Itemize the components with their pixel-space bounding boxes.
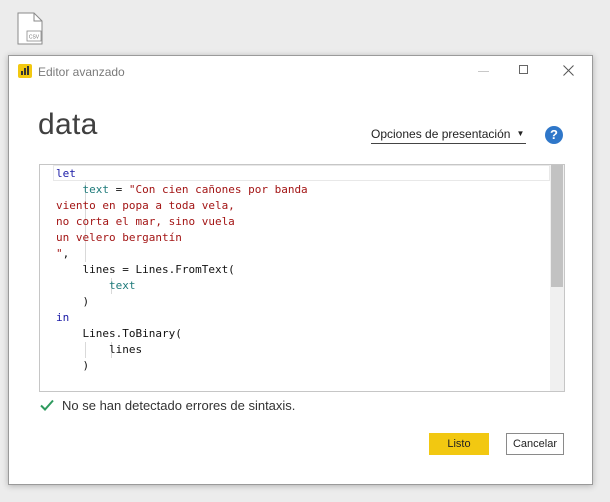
code-line: ) <box>56 294 89 310</box>
code-line: lines <box>56 342 142 358</box>
code-token: text <box>108 279 136 292</box>
code-editor[interactable]: let text = "Con cien cañones por banda vi… <box>39 164 565 392</box>
maximize-button[interactable] <box>502 56 546 86</box>
display-options-label: Opciones de presentación <box>371 127 511 141</box>
close-button[interactable] <box>546 56 590 86</box>
code-line: ", <box>56 246 69 262</box>
code-token: "Con cien cañones por banda <box>128 183 308 196</box>
query-name-title: data <box>38 108 98 141</box>
code-line: text = "Con cien cañones por banda <box>56 182 308 198</box>
display-options-dropdown[interactable]: Opciones de presentación ▼ <box>371 127 527 144</box>
code-token: = <box>109 183 129 196</box>
code-line: text <box>56 278 136 294</box>
code-token: lines = Lines.FromText( <box>56 263 235 276</box>
code-token: lines <box>56 343 143 356</box>
code-token: Lines.ToBinary( <box>56 327 182 340</box>
done-button[interactable]: Listo <box>429 433 489 455</box>
vertical-scrollbar[interactable] <box>550 165 564 391</box>
code-line: lines = Lines.FromText( <box>56 262 235 278</box>
code-token: " <box>56 247 63 260</box>
chevron-down-icon: ▼ <box>516 129 525 138</box>
code-token: text <box>82 183 110 196</box>
code-token: ) <box>56 295 90 308</box>
code-token: viento en popa a toda vela, <box>56 199 235 212</box>
code-line: no corta el mar, sino vuela <box>56 214 235 230</box>
checkmark-icon <box>40 399 54 411</box>
code-token: un velero bergantín <box>56 231 182 244</box>
advanced-editor-dialog: Editor avanzado data Opciones de present… <box>8 55 593 485</box>
code-line: ) <box>56 358 89 374</box>
csv-file-icon[interactable]: CSV <box>16 12 46 46</box>
code-token: no corta el mar, sino vuela <box>56 215 235 228</box>
cancel-button[interactable]: Cancelar <box>506 433 564 455</box>
code-token: let <box>56 167 76 180</box>
code-token: in <box>56 311 70 324</box>
close-icon <box>563 65 574 76</box>
syntax-status-text: No se han detectado errores de sintaxis. <box>62 398 296 413</box>
code-line: viento en popa a toda vela, <box>56 198 235 214</box>
file-type-label: CSV <box>29 35 40 41</box>
help-icon[interactable]: ? <box>545 126 563 144</box>
scrollbar-thumb[interactable] <box>551 165 563 287</box>
window-title: Editor avanzado <box>38 65 125 79</box>
code-line: in <box>56 310 69 326</box>
minimize-icon <box>478 71 489 72</box>
code-line: Lines.ToBinary( <box>56 326 182 342</box>
code-token: , <box>62 247 70 260</box>
power-bi-icon <box>18 64 32 78</box>
maximize-icon <box>519 65 528 74</box>
minimize-button[interactable] <box>462 56 506 86</box>
title-bar[interactable]: Editor avanzado <box>9 56 592 86</box>
code-token: ) <box>56 359 90 372</box>
code-line: un velero bergantín <box>56 230 182 246</box>
current-line-highlight <box>53 165 550 181</box>
code-line: let <box>56 166 76 182</box>
